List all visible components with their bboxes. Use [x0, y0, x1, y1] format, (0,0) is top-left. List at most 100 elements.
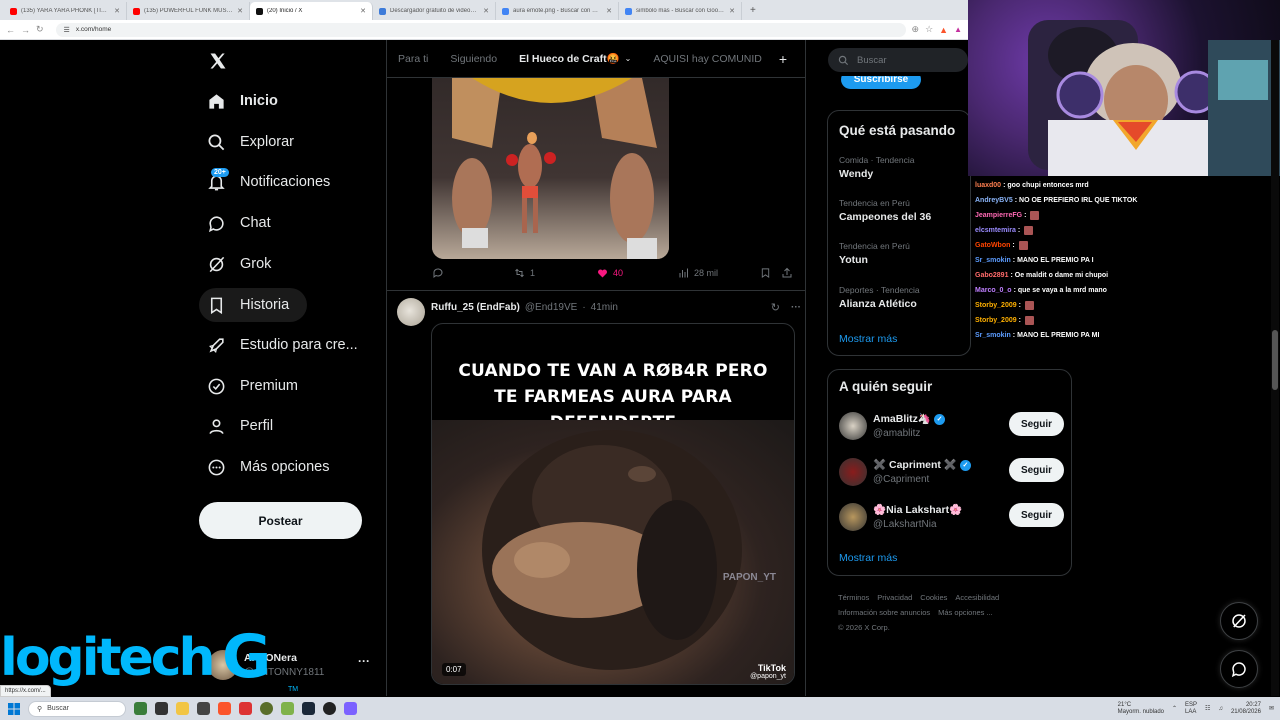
chevron-down-icon[interactable]: ⌄	[625, 54, 632, 63]
new-tab-button[interactable]: +	[742, 2, 764, 20]
sidebar-item-4[interactable]: Grok	[199, 247, 279, 281]
follow-button[interactable]: Seguir	[1009, 503, 1064, 527]
bookmark-button[interactable]	[760, 267, 771, 279]
follow-suggestion[interactable]: 🌸Nia Lakshart🌸 @LakshartNia Seguir	[839, 502, 1064, 536]
subscribe-button[interactable]: Suscribirse	[841, 76, 921, 89]
feed-tab[interactable]: Siguiendo	[439, 40, 508, 78]
taskbar-search[interactable]: ⚲ Buscar	[28, 700, 126, 717]
follow-suggestion[interactable]: ✖️ Capriment ✖️ ✓ @Capriment Seguir	[839, 457, 1064, 491]
file-explorer-icon[interactable]	[176, 702, 189, 715]
sidebar-item-3[interactable]: Chat	[199, 206, 279, 240]
browser-tab[interactable]: (135) POWERFUL FUNK MUSIC → T... ✕	[127, 2, 250, 20]
share-button[interactable]	[781, 267, 793, 279]
volume-icon[interactable]: ♫	[1218, 706, 1223, 712]
sidebar-item-5[interactable]: Historia	[199, 288, 308, 322]
post-more-icon[interactable]: ···	[791, 302, 801, 313]
account-more-icon[interactable]: ···	[358, 654, 370, 668]
avatar[interactable]	[839, 503, 867, 531]
sidebar-item-8[interactable]: Perfil	[199, 409, 281, 443]
footer-link[interactable]: Términos	[838, 593, 869, 602]
browser-tab[interactable]: (135) YARA YARA PHONK [TIKTOK VI... ✕	[4, 2, 127, 20]
views-button[interactable]: 28 mil	[678, 267, 718, 279]
notification-bell-icon[interactable]: ✉	[1269, 705, 1274, 712]
avatar[interactable]	[839, 412, 867, 440]
sidebar-item-9[interactable]: Más opciones	[199, 450, 337, 484]
weather-widget[interactable]: 21°C Mayorm. nublado	[1118, 702, 1164, 716]
follow-suggestion[interactable]: AmaBlitz🦄 ✓ @amablitz Seguir	[839, 411, 1064, 445]
brave-rewards-icon[interactable]: ▲	[954, 25, 962, 34]
footer-link[interactable]: Más opciones ...	[938, 608, 993, 617]
url-field[interactable]: ☰ x.com/home	[55, 22, 906, 37]
sidebar-item-0[interactable]: Inicio	[199, 84, 286, 118]
task-view-icon[interactable]	[155, 702, 168, 715]
widget-icon[interactable]	[134, 702, 147, 715]
reply-button[interactable]	[432, 267, 444, 279]
brave-icon[interactable]	[218, 702, 231, 715]
sidebar-item-6[interactable]: Estudio para cre...	[199, 328, 366, 362]
post-author-avatar[interactable]	[397, 298, 425, 326]
tab-close-icon[interactable]: ✕	[237, 7, 243, 15]
browser-tab[interactable]: simbolo mas - Buscar con Google ✕	[619, 2, 742, 20]
post-author-name[interactable]: Ruffu_25 (EndFab)	[431, 302, 520, 313]
post-video[interactable]: CUANDO TE VAN A RØB4R PERO TE FARMEAS AU…	[431, 323, 795, 685]
tab-close-icon[interactable]: ✕	[606, 7, 612, 15]
footer-link[interactable]: Privacidad	[877, 593, 912, 602]
footer-link[interactable]: Accesibilidad	[955, 593, 999, 602]
steam-icon[interactable]	[302, 702, 315, 715]
zoom-icon[interactable]: ⊕	[912, 24, 920, 35]
grok-post-icon[interactable]: ↻	[771, 301, 780, 314]
avatar[interactable]	[839, 458, 867, 486]
repost-button[interactable]: 1	[513, 267, 535, 279]
feed-tab[interactable]: Para ti	[387, 40, 439, 78]
sidebar-item-7[interactable]: Premium	[199, 369, 306, 403]
x-logo-icon[interactable]	[208, 51, 228, 71]
sidebar-item-1[interactable]: Explorar	[199, 125, 302, 159]
trend-item[interactable]: Tendencia en Perú Yotun	[839, 241, 969, 266]
scrollbar-thumb[interactable]	[1272, 330, 1278, 390]
forward-icon[interactable]: →	[21, 25, 30, 35]
trend-item[interactable]: Comida · Tendencia Wendy	[839, 155, 969, 180]
tab-close-icon[interactable]: ✕	[114, 7, 120, 15]
app-icon[interactable]	[239, 702, 252, 715]
tab-close-icon[interactable]: ✕	[729, 7, 735, 15]
app-icon[interactable]	[281, 702, 294, 715]
browser-tab[interactable]: aura emote.png - Buscar con Google ✕	[496, 2, 619, 20]
follow-button[interactable]: Seguir	[1009, 412, 1064, 436]
trend-item[interactable]: Tendencia en Perú Campeones del 36	[839, 198, 969, 223]
app-icon[interactable]	[260, 702, 273, 715]
trends-show-more[interactable]: Mostrar más	[839, 333, 897, 345]
footer-link[interactable]: Información sobre anuncios	[838, 608, 930, 617]
back-icon[interactable]: ←	[6, 25, 15, 35]
obs-icon[interactable]	[323, 702, 336, 715]
search-input[interactable]: Buscar	[828, 48, 968, 72]
sidebar-item-2[interactable]: 20+ Notificaciones	[199, 165, 338, 199]
browser-tab[interactable]: Descargador gratuito de videos de T... ✕	[373, 2, 496, 20]
post-button[interactable]: Postear	[199, 502, 362, 539]
post-author-handle[interactable]: @End19VE	[525, 302, 577, 313]
brave-shield-icon[interactable]: ▲	[939, 25, 948, 35]
app-icon[interactable]	[197, 702, 210, 715]
feed-tab[interactable]: El Hueco de Craft🤬 ⌄	[508, 40, 642, 78]
messages-fab[interactable]	[1220, 650, 1258, 688]
tab-close-icon[interactable]: ✕	[483, 7, 489, 15]
add-tab-icon[interactable]: +	[779, 51, 787, 67]
like-button[interactable]: 40	[596, 267, 623, 279]
reload-icon[interactable]: ↻	[36, 24, 44, 35]
grok-fab[interactable]	[1220, 602, 1258, 640]
wifi-icon[interactable]: ☷	[1205, 705, 1210, 712]
browser-tab[interactable]: (20) Inicio / X ✕	[250, 2, 373, 20]
trend-item[interactable]: Deportes · Tendencia Alianza Atlético	[839, 285, 969, 310]
follow-show-more[interactable]: Mostrar más	[839, 552, 897, 564]
site-info-icon[interactable]: ☰	[64, 26, 70, 34]
feed-tab[interactable]: AQUISI hay COMUNID	[642, 40, 773, 78]
bookmark-star-icon[interactable]: ☆	[925, 24, 933, 35]
post-time[interactable]: 41min	[591, 302, 618, 313]
post-image[interactable]	[432, 78, 669, 259]
language-indicator[interactable]: ESP LAA	[1185, 702, 1197, 716]
follow-button[interactable]: Seguir	[1009, 458, 1064, 482]
footer-link[interactable]: Cookies	[920, 593, 947, 602]
windows-start-icon[interactable]	[8, 702, 20, 715]
clock[interactable]: 20:27 21/08/2026	[1231, 702, 1261, 716]
tab-close-icon[interactable]: ✕	[360, 7, 366, 15]
tray-chevron-icon[interactable]: ⌃	[1172, 705, 1177, 712]
